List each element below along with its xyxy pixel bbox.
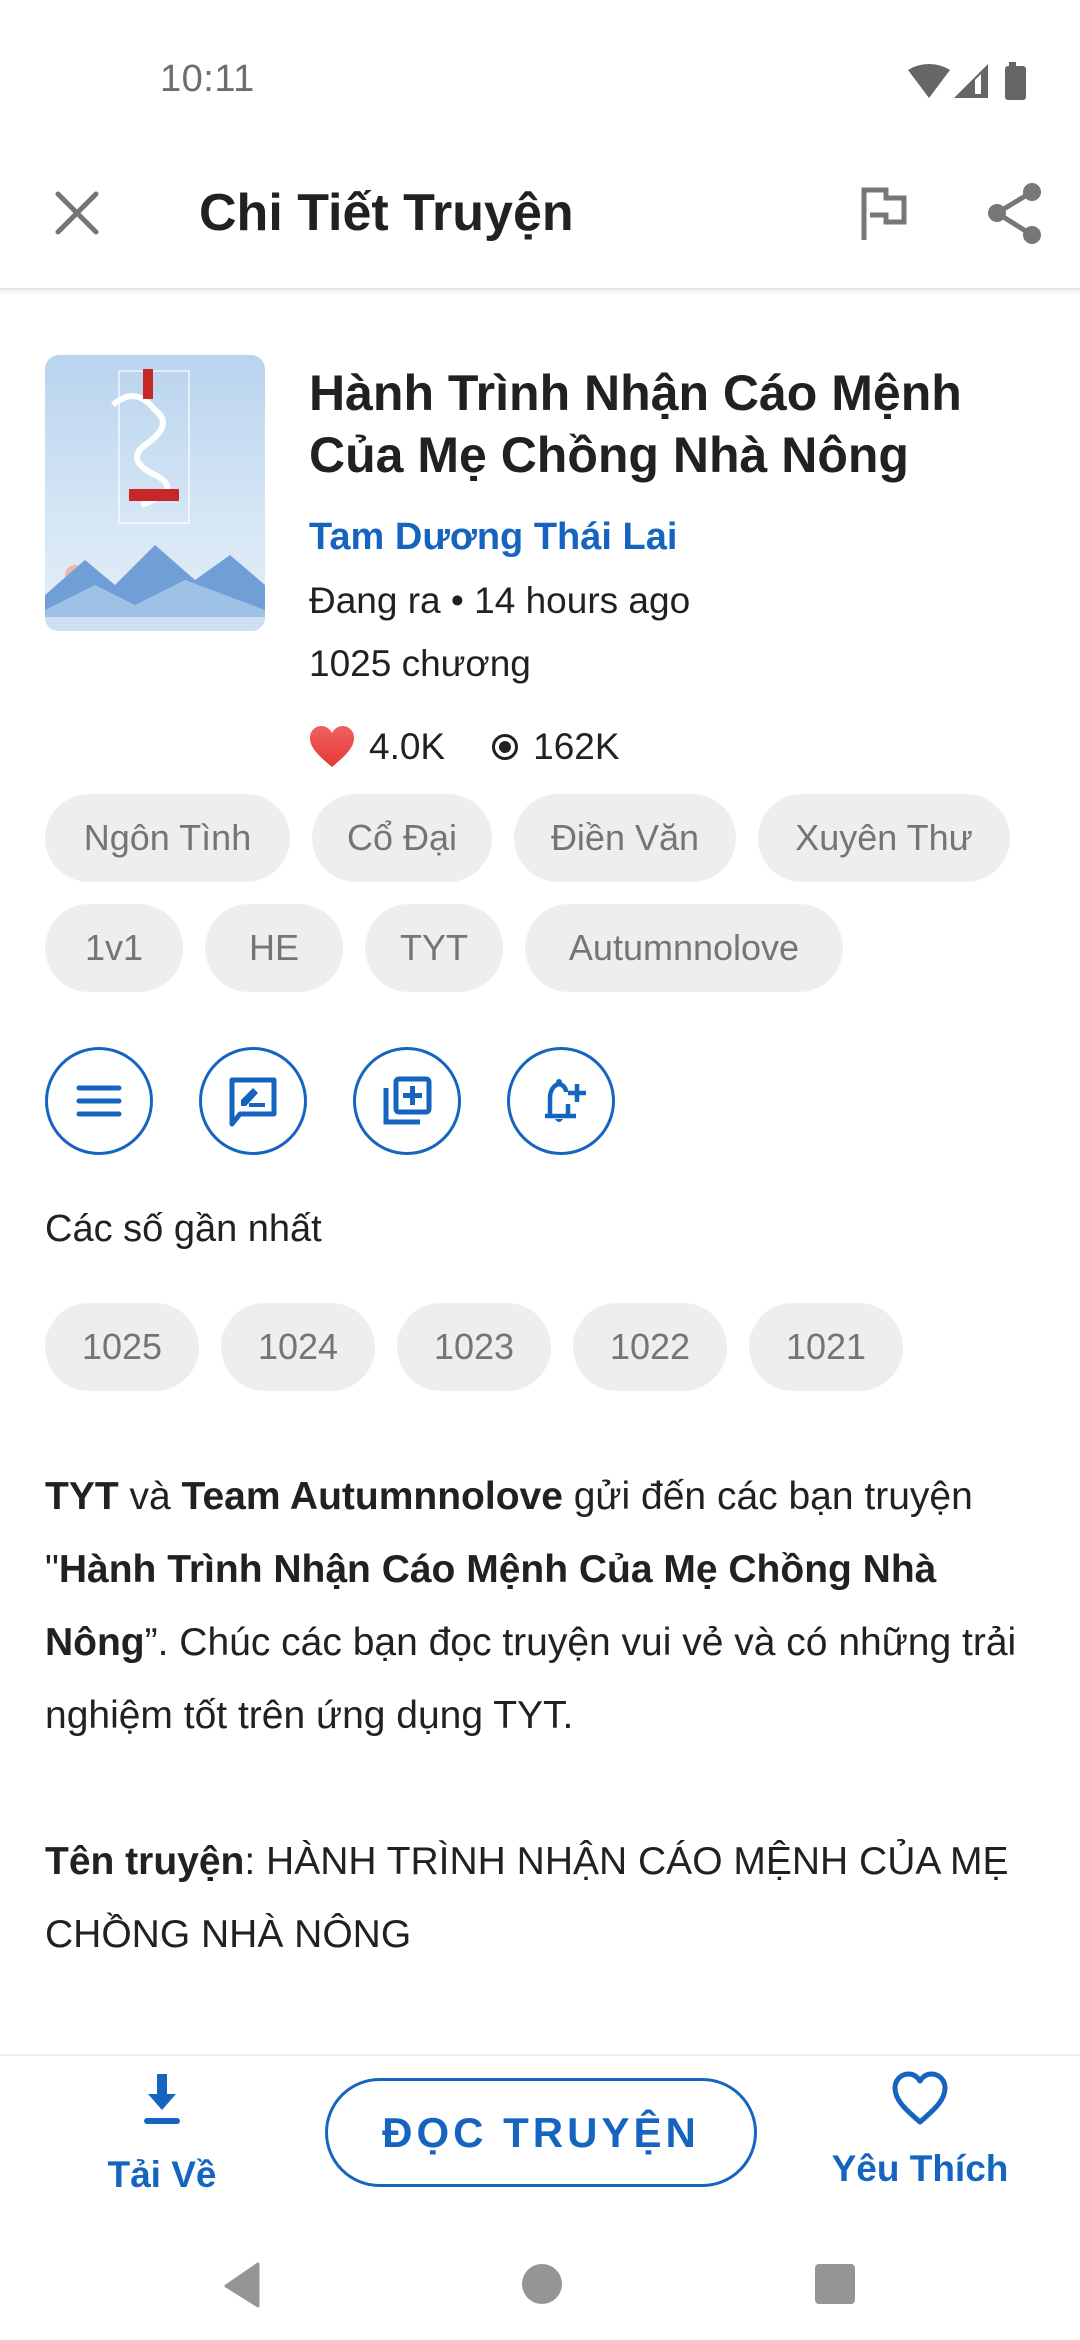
tag-chip[interactable]: HE: [205, 904, 343, 992]
menu-icon: [76, 1085, 122, 1117]
home-circle-icon: [522, 2264, 562, 2304]
status-icons: [905, 60, 1035, 102]
read-button[interactable]: ĐỌC TRUYỆN: [325, 2078, 757, 2187]
recent-chapter-chip[interactable]: 1022: [573, 1303, 727, 1391]
chapter-list-button[interactable]: [45, 1047, 153, 1155]
favorite-label: Yêu Thích: [831, 2148, 1009, 2189]
status-time: 10:11: [160, 58, 255, 100]
text: và: [118, 1475, 182, 1518]
tag-chip[interactable]: Cổ Đại: [312, 794, 492, 882]
share-icon: [988, 183, 1041, 244]
tag-chip[interactable]: Autumnnolove: [525, 904, 843, 992]
heart-icon: [310, 726, 354, 767]
book-author-link[interactable]: Tam Dương Thái Lai: [309, 516, 677, 559]
tag-chip[interactable]: Điền Văn: [514, 794, 736, 882]
back-triangle-icon: [224, 2262, 260, 2308]
rate-review-icon: [229, 1077, 277, 1127]
nav-home-button[interactable]: [520, 2262, 564, 2306]
library-add-icon: [383, 1076, 432, 1125]
tag-chip[interactable]: 1v1: [45, 904, 183, 992]
recent-chapters-label: Các số gần nhất: [45, 1208, 322, 1250]
notify-button[interactable]: [507, 1047, 615, 1155]
view-count: 162K: [533, 726, 620, 767]
app-bar: Chi Tiết Truyện: [0, 140, 1080, 290]
recent-chapter-chip[interactable]: 1021: [749, 1303, 903, 1391]
download-button[interactable]: Tải Về: [92, 2070, 232, 2210]
cell-signal-icon: [954, 64, 988, 98]
book-status: Đang ra • 14 hours ago: [309, 580, 691, 621]
report-button[interactable]: [850, 178, 916, 248]
bold-text: Team Autumnnolove: [181, 1475, 563, 1518]
recent-chapter-chip[interactable]: 1024: [221, 1303, 375, 1391]
bold-label: Tên truyện: [45, 1840, 245, 1883]
download-label: Tải Về: [107, 2154, 217, 2195]
bold-text: TYT: [45, 1475, 119, 1518]
recent-chapter-chip[interactable]: 1023: [397, 1303, 551, 1391]
text: ”. Chúc các bạn đọc truyện vui vẻ và có …: [45, 1621, 1017, 1737]
description-intro: TYT và Team Autumnnolove gửi đến các bạn…: [45, 1460, 1045, 1752]
add-to-library-button[interactable]: [353, 1047, 461, 1155]
share-button[interactable]: [980, 178, 1050, 248]
like-count: 4.0K: [369, 726, 446, 767]
bell-plus-icon: [545, 1079, 586, 1122]
recent-chapters-list: 1025 1024 1023 1022 1021: [45, 1303, 903, 1391]
wifi-icon: [908, 64, 950, 98]
chapter-count: 1025 chương: [309, 643, 531, 684]
action-row: [45, 1047, 615, 1155]
book-description: TYT và Team Autumnnolove gửi đến các bạn…: [45, 1460, 1045, 1971]
battery-icon: [1005, 62, 1026, 100]
book-stats: 4.0K 162K: [309, 722, 620, 772]
tag-chip[interactable]: Xuyên Thư: [758, 794, 1010, 882]
close-button[interactable]: [44, 180, 110, 246]
tag-list: Ngôn Tình Cổ Đại Điền Văn Xuyên Thư 1v1 …: [45, 794, 1055, 992]
description-title-line: Tên truyện: HÀNH TRÌNH NHẬN CÁO MỆNH CỦA…: [45, 1825, 1045, 1971]
book-cover: [45, 355, 265, 631]
bottom-action-bar: Tải Về ĐỌC TRUYỆN Yêu Thích: [0, 2054, 1080, 2226]
comment-button[interactable]: [199, 1047, 307, 1155]
book-title: Hành Trình Nhận Cáo Mệnh Của Mẹ Chồng Nh…: [309, 365, 962, 483]
view-icon: [492, 734, 519, 760]
system-nav-bar: [0, 2230, 1080, 2340]
tag-chip[interactable]: Ngôn Tình: [45, 794, 290, 882]
page-title: Chi Tiết Truyện: [199, 184, 574, 242]
nav-recents-button[interactable]: [812, 2260, 858, 2308]
favorite-button[interactable]: Yêu Thích: [820, 2070, 1020, 2210]
close-icon: [55, 191, 99, 235]
recent-chapter-chip[interactable]: 1025: [45, 1303, 199, 1391]
nav-back-button[interactable]: [218, 2260, 268, 2310]
heart-outline-icon: [892, 2071, 948, 2125]
flag-icon: [861, 187, 907, 240]
download-icon: [144, 2074, 180, 2124]
recents-square-icon: [815, 2264, 855, 2304]
tag-chip[interactable]: TYT: [365, 904, 503, 992]
